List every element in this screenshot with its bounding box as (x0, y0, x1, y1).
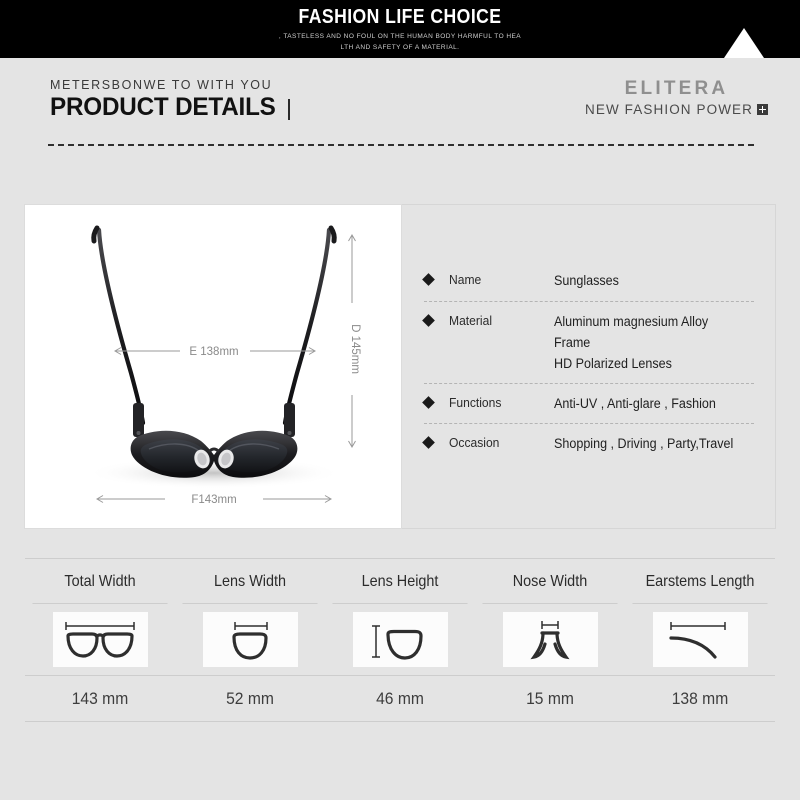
banner-subtitle-line1: , TASTELESS AND NO FOUL ON THE HUMAN BOD… (278, 33, 522, 40)
measurement-column (325, 604, 475, 676)
dimension-f-143mm: F143mm (96, 494, 332, 506)
spec-label: Name (449, 272, 482, 287)
brand-name: ELITERA (624, 78, 729, 99)
header-kicker: METERSBONWE TO WITH YOU (50, 78, 273, 92)
measurement-value: 138 mm (671, 689, 729, 708)
measurement-header: Earstems Length (632, 559, 768, 604)
specification-list: Name Sunglasses Material Aluminum magnes… (422, 261, 754, 463)
brand-block: ELITERA NEW FASHION POWER (585, 78, 768, 117)
measurement-header: Total Width (32, 559, 168, 604)
spec-row: Functions Anti-UV , Anti-glare , Fashion (422, 383, 754, 423)
diamond-bullet-icon (422, 396, 435, 409)
banner-subtitle: , TASTELESS AND NO FOUL ON THE HUMAN BOD… (0, 31, 800, 53)
measurement-icon-cell (175, 604, 325, 676)
measurement-column: 143 mm (25, 676, 175, 721)
measurement-header: Lens Width (182, 559, 318, 604)
temple-arm-length-icon (669, 621, 726, 659)
measurement-icon-row (25, 604, 775, 676)
measurement-column: 46 mm (325, 676, 475, 721)
measurement-value: 15 mm (526, 689, 574, 708)
spec-value: Aluminum magnesium Alloy Frame HD Polari… (554, 314, 709, 371)
banner-title: FASHION LIFE CHOICE (298, 6, 502, 28)
dimension-e-138mm: E 138mm (114, 346, 316, 358)
measurement-value-row: 143 mm 52 mm 46 mm 15 mm 138 mm (25, 676, 775, 721)
measurement-header: Nose Width (482, 559, 618, 604)
measurement-value: 143 mm (71, 689, 129, 708)
measurement-column (25, 604, 175, 676)
svg-text:E 138mm: E 138mm (189, 346, 238, 358)
plus-square-icon (757, 104, 768, 115)
measurement-column: 52 mm (175, 676, 325, 721)
specification-panel: Name Sunglasses Material Aluminum magnes… (402, 204, 776, 529)
dimension-d-145mm: D 145mm (348, 234, 361, 448)
measurement-column: Lens Width (175, 559, 325, 604)
brand-tagline-row: NEW FASHION POWER (585, 102, 768, 117)
spec-value: Anti-UV , Anti-glare , Fashion (554, 396, 716, 411)
diamond-bullet-icon (422, 273, 435, 286)
measurement-icon-cell (325, 604, 475, 676)
brand-tagline: NEW FASHION POWER (585, 102, 753, 117)
measurement-header-row: Total Width Lens Width Lens Height Nose … (25, 559, 775, 604)
measurement-icon-cell (25, 604, 175, 676)
measurement-column: Lens Height (325, 559, 475, 604)
top-banner: FASHION LIFE CHOICE , TASTELESS AND NO F… (0, 0, 800, 58)
measurement-column: Total Width (25, 559, 175, 604)
measurement-column (175, 604, 325, 676)
banner-subtitle-line2: LTH AND SAFETY OF A MATERIAL. (340, 44, 460, 51)
lens-width-icon (232, 621, 268, 660)
spec-value: Sunglasses (554, 273, 619, 288)
svg-text:F143mm: F143mm (191, 494, 236, 506)
diamond-bullet-icon (422, 314, 435, 327)
spec-row: Material Aluminum magnesium Alloy Frame … (422, 301, 754, 383)
spec-row: Occasion Shopping , Driving , Party,Trav… (422, 423, 754, 463)
measurement-column (475, 604, 625, 676)
spec-label: Material (449, 313, 493, 328)
header-divider (48, 144, 754, 146)
product-image-panel: E 138mm F143mm D 145mm (24, 204, 402, 529)
title-accent-bar (287, 99, 290, 120)
measurement-header: Lens Height (332, 559, 468, 604)
spec-value: Shopping , Driving , Party,Travel (554, 436, 734, 451)
svg-text:D 145mm: D 145mm (349, 324, 361, 374)
page-title: PRODUCT DETAILS (50, 93, 276, 121)
spec-row: Name Sunglasses (422, 261, 754, 301)
measurement-column: 138 mm (625, 676, 775, 721)
nose-bridge-width-icon (530, 620, 570, 659)
measurement-value: 46 mm (376, 689, 424, 708)
spec-label: Occasion (449, 435, 500, 450)
measurement-column: 15 mm (475, 676, 625, 721)
lens-height-icon (372, 624, 423, 660)
measurement-table: Total Width Lens Width Lens Height Nose … (25, 558, 775, 722)
full-frame-width-icon (65, 621, 135, 658)
product-details-page: FASHION LIFE CHOICE , TASTELESS AND NO F… (0, 0, 800, 800)
page-title-wrap: PRODUCT DETAILS (50, 93, 290, 122)
header-left: METERSBONWE TO WITH YOU PRODUCT DETAILS (50, 78, 290, 122)
measurement-icon-cell (625, 604, 775, 676)
measurement-column: Earstems Length (625, 559, 775, 604)
sunglasses-top-view-illustration: E 138mm F143mm D 145mm (86, 225, 361, 506)
diamond-bullet-icon (422, 436, 435, 449)
triangle-icon (724, 28, 764, 58)
measurement-icon-cell (475, 604, 625, 676)
measurement-column (625, 604, 775, 676)
measurement-column: Nose Width (475, 559, 625, 604)
measurement-value: 52 mm (226, 689, 274, 708)
spec-label: Functions (449, 395, 502, 410)
